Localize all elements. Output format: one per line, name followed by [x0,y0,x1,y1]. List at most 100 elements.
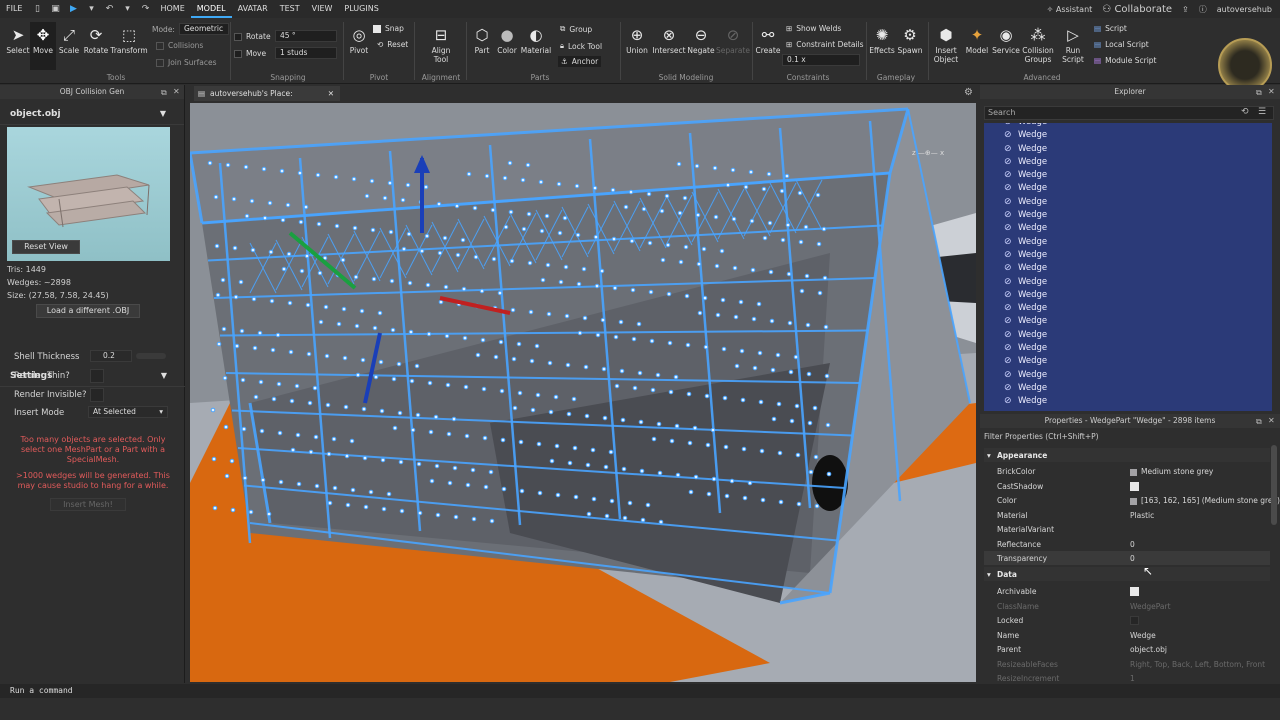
insert-object-button[interactable]: ⬢ Insert Object [930,26,962,64]
property-checkbox[interactable] [1130,481,1139,491]
property-value[interactable]: 0 [1130,540,1135,549]
user-name[interactable]: autoversehub [1217,5,1272,14]
select-tool-button[interactable]: ➤ Select [4,26,32,55]
property-value[interactable]: object.obj [1130,645,1167,654]
explorer-item-wedge[interactable]: ⊘Wedge [984,143,1272,156]
property-value[interactable]: Plastic [1130,511,1154,520]
explorer-item-wedge[interactable]: ⊘Wedge [984,182,1272,195]
snap-checkbox[interactable] [373,24,381,33]
collisions-toggle[interactable]: Collisions [156,41,203,50]
collapse-arrow-icon[interactable]: ▼ [161,371,167,380]
menu-test[interactable]: TEST [274,0,306,18]
property-row-resizeablefaces[interactable]: ResizeableFaces Right, Top, Back, Left, B… [984,657,1270,671]
script-button[interactable]: ▤ Script [1094,24,1127,33]
property-value[interactable]: WedgePart [1130,602,1171,611]
pivot-button[interactable]: ◎ Pivot [346,26,372,55]
property-value[interactable]: Right, Top, Back, Left, Bottom, Front [1130,660,1265,669]
undo-dropdown-icon[interactable]: ▾ [122,4,132,14]
menu-file[interactable]: FILE [0,0,28,18]
history-icon[interactable]: ⟲ [1241,107,1249,117]
collision-groups-button[interactable]: ⁂ Collision Groups [1020,26,1056,64]
lock-tool-button[interactable]: 🔒︎ Lock Tool [560,41,602,51]
properties-detach-icon[interactable]: ⧉ [1256,417,1262,427]
property-row-name[interactable]: Name Wedge [984,628,1270,642]
move-snap-toggle[interactable]: Move [234,49,266,58]
data-section-header[interactable]: ▾ Data [984,567,1270,581]
property-value[interactable]: [163, 162, 165] (Medium stone grey) [1130,496,1280,505]
menu-avatar[interactable]: AVATAR [232,0,274,18]
play-icon[interactable]: ▶ [68,4,78,14]
property-row-material[interactable]: Material Plastic [984,508,1270,522]
menu-view[interactable]: VIEW [306,0,339,18]
file-section-header[interactable]: object.obj ▼ [0,105,184,125]
property-row-resizeincrement[interactable]: ResizeIncrement 1 [984,671,1270,685]
view-selector-gizmo[interactable]: z —⊕— x [912,149,944,157]
property-value[interactable] [1130,616,1139,627]
property-value[interactable]: Medium stone grey [1130,467,1213,476]
save-icon[interactable]: ▣ [50,4,60,14]
menu-model[interactable]: MODEL [190,0,232,18]
explorer-item-wedge[interactable]: ⊘Wedge [984,329,1272,342]
part-button[interactable]: ⬡ Part [470,26,494,55]
align-tool-button[interactable]: ⊟ Align Tool [424,26,458,64]
new-file-icon[interactable]: ▯ [32,4,42,14]
3d-viewport[interactable]: z —⊕— x [190,103,976,682]
collaborate-button[interactable]: ⚇ Collaborate [1102,4,1172,15]
play-dropdown-icon[interactable]: ▾ [86,4,96,14]
rotate-increment-field[interactable]: 45 ° [275,30,337,42]
command-bar[interactable]: Run a command [0,684,1280,698]
explorer-tree[interactable]: ⊘ Wedge ⊘ Wedge ⊘ Wedge ⊘ Wedge ⊘ Wedge ⊘ Wedge ⊘ Wed… [984,123,1272,411]
explorer-item-wedge[interactable]: ⊘Wedge [984,369,1272,382]
property-row-classname[interactable]: ClassName WedgePart [984,599,1270,613]
module-script-button[interactable]: ▤ Module Script [1094,56,1157,65]
collapse-arrow-icon[interactable]: ▼ [160,109,166,118]
effects-button[interactable]: ✺ Effects [868,26,896,55]
explorer-close-icon[interactable]: ✕ [1268,87,1275,96]
explorer-item-wedge[interactable]: ⊘Wedge [984,236,1272,249]
rotate-snap-checkbox[interactable] [234,32,242,41]
constraint-scale-field[interactable]: 0.1 x [782,54,860,66]
explorer-item-wedge[interactable]: ⊘Wedge [984,276,1272,289]
insert-mode-select[interactable]: At Selected ▾ [88,406,168,418]
property-checkbox[interactable] [1130,587,1139,596]
anchor-button[interactable]: ⚓︎ Anchor [558,56,602,67]
mode-selector[interactable]: Mode: Geometric [152,23,229,35]
property-row-reflectance[interactable]: Reflectance 0 [984,537,1270,551]
join-surfaces-toggle[interactable]: Join Surfaces [156,58,217,67]
panel-close-icon[interactable]: ✕ [173,87,180,96]
shell-thickness-slider[interactable] [136,353,166,359]
explorer-item-wedge[interactable]: ⊘Wedge [984,209,1272,222]
property-checkbox[interactable] [1130,616,1139,625]
model-button[interactable]: ✦ Model [962,26,992,55]
join-surfaces-checkbox[interactable] [156,58,164,67]
explorer-item-wedge[interactable]: ⊘Wedge [984,262,1272,275]
reset-view-button[interactable]: Reset View [12,240,80,254]
separate-button[interactable]: ⊘ Separate [716,26,750,55]
snap-pivot-toggle[interactable]: Snap [373,24,404,33]
viewport-settings-icon[interactable]: ⚙ [964,87,973,98]
help-icon[interactable]: ⓘ [1199,4,1207,15]
explorer-item-wedge[interactable]: ⊘Wedge [984,315,1272,328]
property-value[interactable]: 0 [1130,554,1135,563]
explorer-item-wedge[interactable]: ⊘Wedge [984,382,1272,395]
properties-close-icon[interactable]: ✕ [1268,416,1275,425]
group-button[interactable]: ⧉ Group [560,24,592,34]
explorer-item-wedge[interactable]: ⊘Wedge [984,169,1272,182]
property-row-castshadow[interactable]: CastShadow [984,479,1270,493]
assistant-button[interactable]: ✧ Assistant [1047,5,1093,14]
properties-scrollbar[interactable] [1271,445,1277,525]
load-obj-button[interactable]: Load a different .OBJ [36,304,140,318]
property-filter-input[interactable]: Filter Properties (Ctrl+Shift+P) [984,432,1099,441]
run-script-button[interactable]: ▷ Run Script [1058,26,1088,64]
render-invisible-checkbox[interactable] [90,388,104,402]
explorer-item-wedge[interactable]: ⊘Wedge [984,289,1272,302]
insert-mesh-button[interactable]: Insert Mesh! [50,498,126,511]
property-row-archivable[interactable]: Archivable [984,584,1270,598]
scale-tool-button[interactable]: ⤢ Scale [56,26,82,55]
explorer-item-wedge[interactable]: ⊘Wedge [984,249,1272,262]
intersect-button[interactable]: ⊗ Intersect [652,26,686,55]
explorer-item-wedge[interactable]: ⊘Wedge [984,129,1272,142]
explorer-item-wedge[interactable]: ⊘Wedge [984,355,1272,368]
property-row-transparency[interactable]: Transparency 0 [984,551,1270,565]
property-row-locked[interactable]: Locked [984,613,1270,627]
